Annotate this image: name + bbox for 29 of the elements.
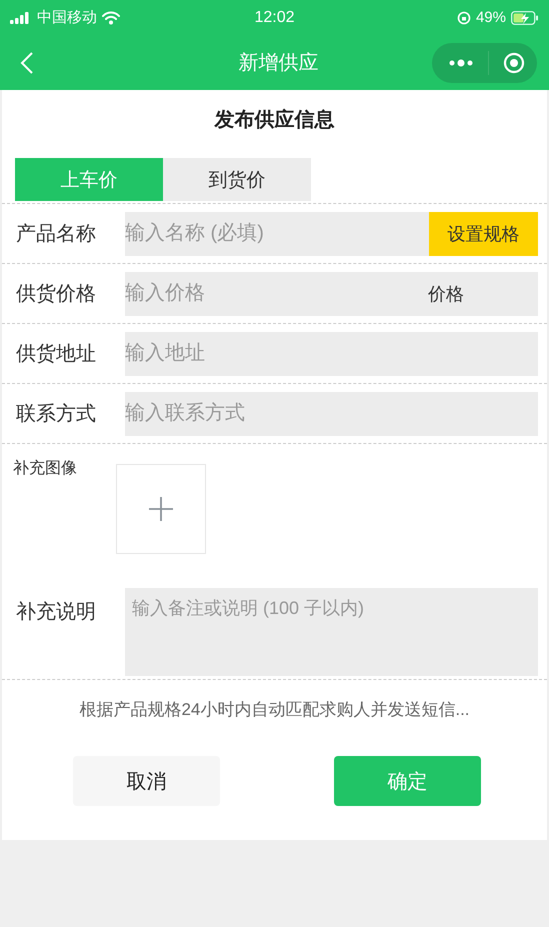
field-label: 供货价格	[16, 282, 97, 307]
battery-percent: 49%	[476, 9, 506, 26]
price-tab[interactable]: 到货价	[163, 158, 311, 201]
field-label: 产品名称	[16, 222, 97, 247]
page-title: 新增供应	[238, 51, 318, 76]
battery-icon	[510, 10, 539, 24]
input-field[interactable]: 输入联系方式	[125, 392, 538, 436]
more-icon[interactable]	[448, 58, 474, 66]
input-field[interactable]: 输入价格	[125, 272, 428, 316]
spec-button[interactable]: 设置规格	[429, 212, 538, 256]
carrier-name: 中国移动	[37, 8, 97, 27]
status-time: 12:02	[254, 8, 295, 26]
section-title: 发布供应信息	[213, 108, 336, 133]
input-field[interactable]: 输入地址	[125, 332, 538, 376]
field-label: 补充说明	[16, 600, 97, 625]
notes-field[interactable]: 输入备注或说明 (100 子以内)	[125, 588, 538, 676]
field-label: 补充图像	[13, 458, 77, 479]
field-label: 供货地址	[16, 342, 97, 367]
close-icon[interactable]	[503, 52, 525, 74]
unit-label: 价格	[428, 272, 538, 316]
rotation-lock-icon	[456, 10, 471, 24]
cancel-button[interactable]: 取消	[73, 756, 220, 806]
back-icon[interactable]	[20, 50, 34, 74]
input-field[interactable]: 输入名称 (必填)	[125, 212, 429, 256]
hint-text: 根据产品规格24小时内自动匹配求购人并发送短信...	[78, 699, 471, 721]
field-label: 联系方式	[16, 402, 97, 427]
capsule-menu[interactable]	[432, 42, 537, 82]
wifi-icon	[102, 10, 120, 24]
plus-icon	[148, 496, 174, 522]
